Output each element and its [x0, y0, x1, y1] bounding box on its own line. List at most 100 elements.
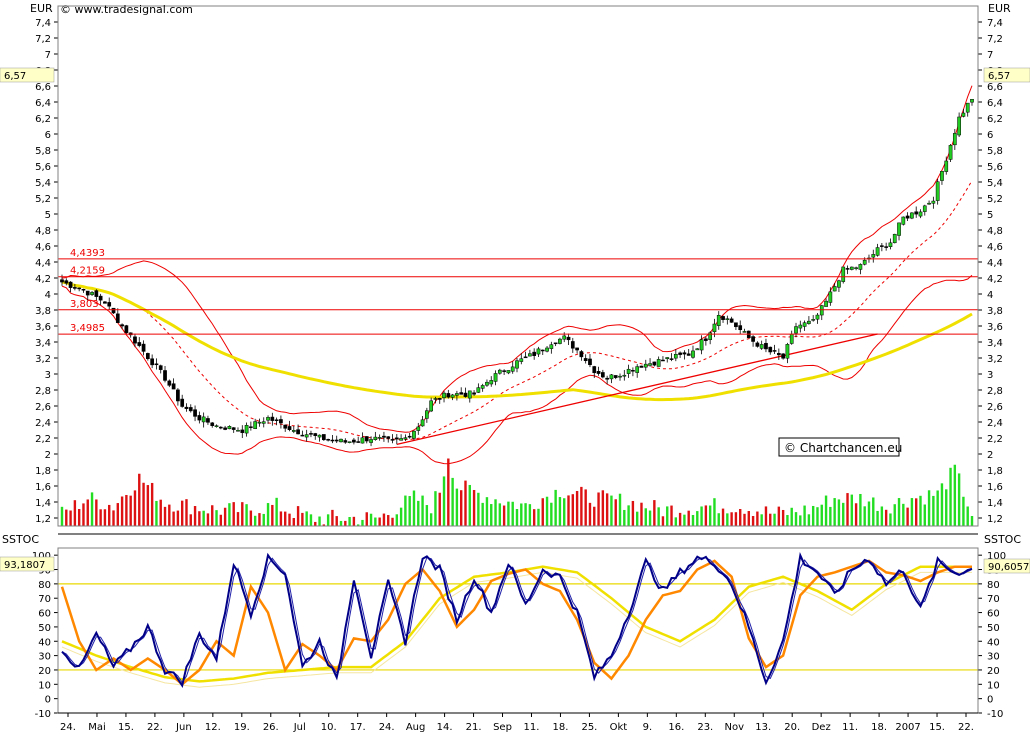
candle-body	[163, 370, 167, 381]
candle-body	[412, 430, 416, 439]
stoch-tick-label-left: 60	[38, 609, 51, 620]
volume-bar	[477, 492, 480, 526]
volume-bar	[820, 504, 823, 526]
volume-bar	[661, 516, 665, 526]
volume-bar	[666, 506, 669, 526]
candle-body	[583, 358, 588, 361]
volume-bar	[404, 495, 407, 526]
volume-bar	[412, 490, 416, 526]
candle-body	[137, 342, 142, 346]
candle-body	[64, 280, 69, 284]
price-tick-label-right: 2,4	[987, 418, 1003, 429]
volume-bar	[507, 501, 510, 526]
time-tick-label: 12.	[205, 722, 221, 733]
time-tick-label: Mai	[88, 722, 106, 733]
candle-body	[425, 410, 429, 419]
candle-body	[120, 324, 124, 327]
candle-body	[437, 398, 442, 400]
time-tick-label: 23.	[697, 722, 713, 733]
currency-label-left: EUR	[30, 2, 53, 15]
time-tick-label: Aug	[406, 722, 426, 733]
candle-body	[927, 202, 931, 205]
volume-bar	[498, 503, 502, 526]
price-tick-label-right: 2,2	[987, 434, 1003, 445]
volume-bar	[258, 513, 261, 526]
volume-bar	[872, 497, 875, 526]
price-tick-label-right: 7,2	[987, 34, 1003, 45]
candle-body	[98, 295, 103, 301]
volume-bar	[670, 505, 673, 526]
volume-bar	[305, 511, 308, 526]
candle-body	[133, 336, 137, 344]
candle-body	[875, 247, 880, 256]
candle-body	[862, 259, 867, 265]
candle-body	[523, 356, 528, 359]
volume-bar	[571, 494, 575, 526]
price-tick-label-right: 2,6	[987, 402, 1003, 413]
volume-bar	[391, 517, 394, 526]
volume-bar	[932, 495, 935, 526]
price-tick-label-right: 7	[987, 50, 993, 61]
candle-body	[407, 435, 412, 438]
candle-body	[197, 415, 202, 421]
candle-body	[85, 290, 90, 296]
volume-bar	[494, 499, 497, 526]
time-tick-label: Okt	[610, 722, 628, 733]
time-tick-label: Sep	[493, 722, 512, 733]
volume-bar	[726, 513, 729, 526]
stoch-tick-label-left: 30	[38, 652, 51, 663]
price-tick-label-left: 3	[45, 370, 51, 381]
stoch-value-label-left: 93,1807	[4, 560, 45, 571]
candle-body	[300, 434, 305, 437]
stoch-tick-label-left: 50	[38, 623, 51, 634]
time-tick-label: 24.	[379, 722, 395, 733]
price-tick-label-left: 2	[45, 450, 51, 461]
level-label: 4,4393	[70, 248, 105, 259]
candle-body	[283, 424, 288, 429]
volume-bar	[601, 490, 605, 526]
candle-body	[115, 313, 120, 323]
volume-bar	[206, 513, 210, 526]
price-tick-label-right: 1,8	[987, 466, 1003, 477]
volume-bar	[65, 509, 68, 526]
volume-bar	[593, 506, 596, 526]
volume-bar	[253, 515, 257, 526]
volume-bar	[751, 516, 755, 526]
candle-body	[382, 435, 386, 438]
candle-body	[549, 344, 554, 349]
candle-body	[420, 419, 425, 427]
candle-body	[206, 418, 210, 423]
volume-bar	[936, 490, 939, 526]
time-tick-label: 2007	[895, 722, 920, 733]
price-tick-label-right: 2,8	[987, 386, 1003, 397]
candle-body	[450, 394, 455, 398]
candle-body	[905, 215, 910, 219]
candle-body	[807, 320, 811, 324]
volume-bar	[275, 497, 278, 526]
price-tick-label-right: 6,2	[987, 114, 1003, 125]
volume-bar	[803, 505, 806, 526]
volume-bar	[558, 497, 562, 526]
price-tick-label-left: 5,8	[35, 146, 51, 157]
volume-bar	[794, 512, 798, 526]
volume-bar	[940, 483, 944, 526]
volume-bar	[897, 498, 901, 526]
price-tick-label-left: 6,4	[35, 98, 51, 109]
candle-body	[68, 281, 73, 288]
candle-body	[755, 342, 760, 347]
time-tick-label: Nov	[724, 722, 744, 733]
stoch-tick-label-right: 50	[987, 623, 1000, 634]
volume-bar	[657, 507, 660, 526]
price-tick-label-left: 1,4	[35, 498, 51, 509]
time-tick-label: 26.	[263, 722, 279, 733]
volume-bar	[442, 476, 446, 526]
volume-bar	[185, 499, 188, 526]
volume-bar	[176, 510, 180, 526]
volume-bar	[945, 489, 948, 526]
candle-body	[639, 365, 644, 368]
price-tick-label-right: 1,6	[987, 482, 1003, 493]
volume-bar	[455, 488, 459, 526]
candle-body	[673, 353, 678, 359]
volume-bar	[429, 513, 433, 526]
price-tick-label-right: 5,8	[987, 146, 1003, 157]
